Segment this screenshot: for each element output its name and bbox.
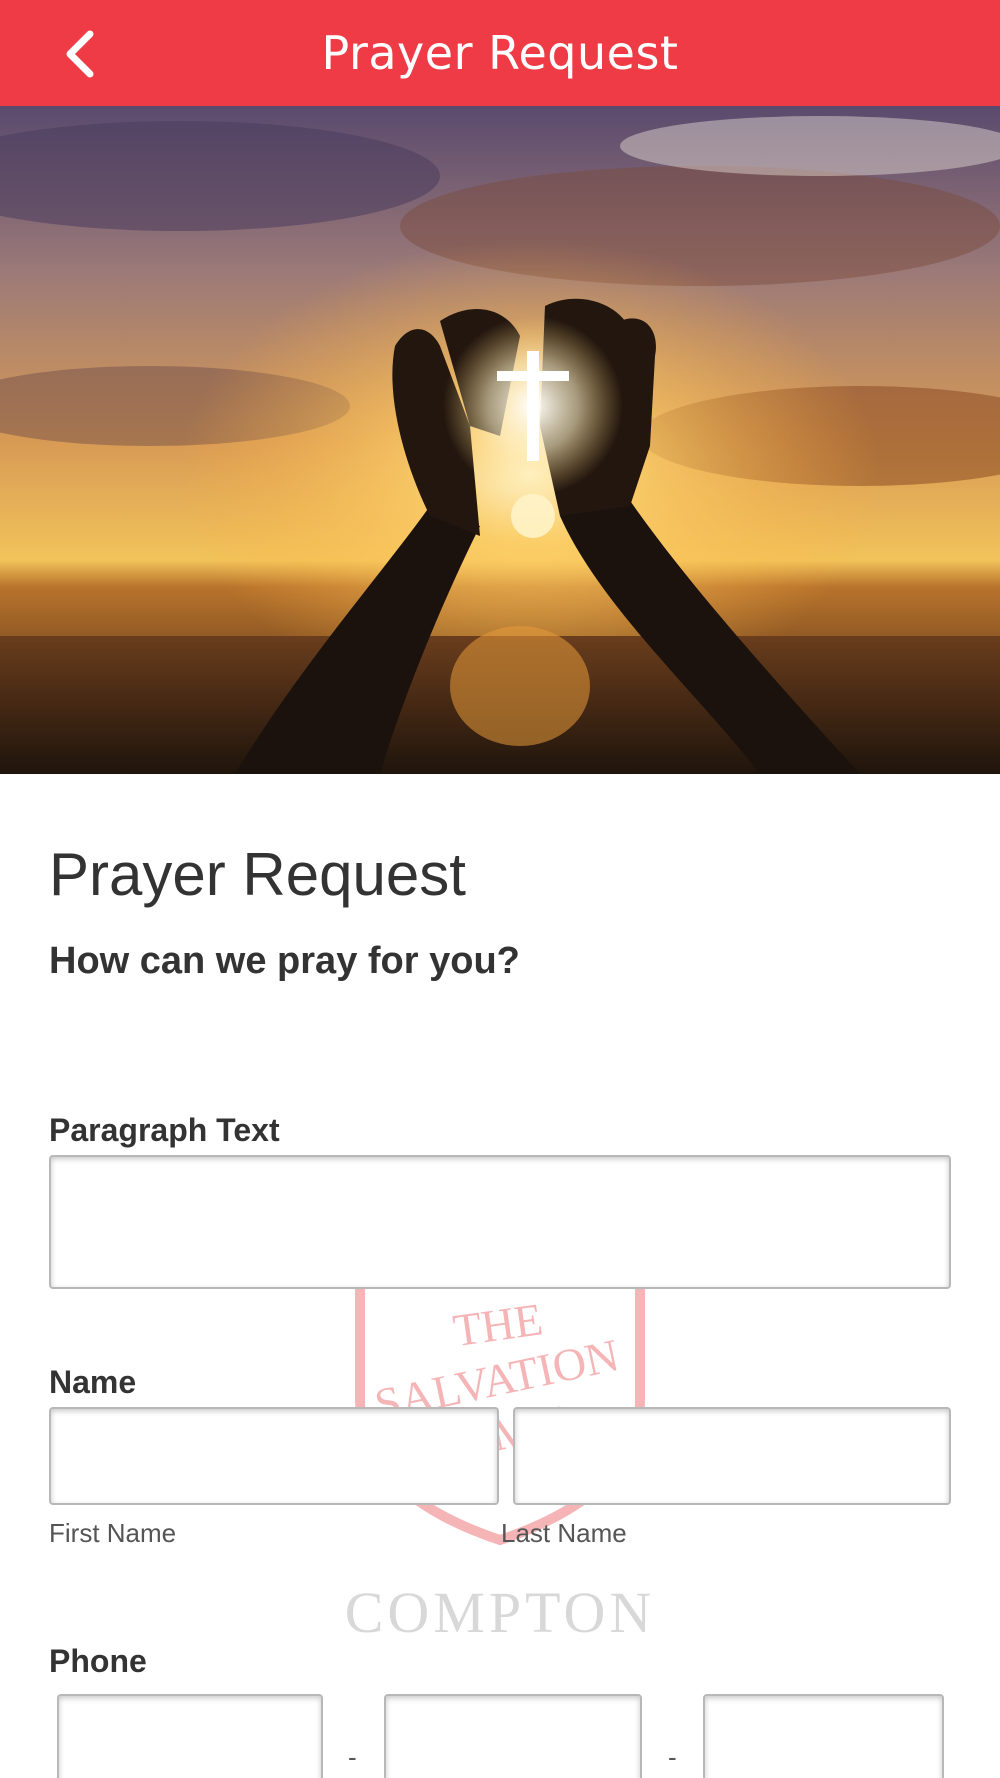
phone-label: Phone bbox=[49, 1643, 147, 1679]
form-subtitle: How can we pray for you? bbox=[49, 940, 520, 982]
header-title: Prayer Request bbox=[321, 26, 679, 80]
svg-text:COMPTON: COMPTON bbox=[345, 1580, 656, 1640]
svg-text:THE: THE bbox=[450, 1293, 546, 1356]
first-name-sublabel: First Name bbox=[49, 1518, 177, 1548]
phone-line-field[interactable] bbox=[703, 1694, 944, 1778]
paragraph-text-label: Paragraph Text bbox=[49, 1112, 280, 1148]
back-button[interactable] bbox=[50, 24, 110, 84]
phone-separator-2: - bbox=[668, 1742, 677, 1772]
phone-area-code-field[interactable] bbox=[57, 1694, 323, 1778]
paragraph-text-field[interactable] bbox=[49, 1155, 951, 1289]
last-name-field[interactable] bbox=[513, 1407, 951, 1505]
hero-image bbox=[0, 106, 1000, 774]
phone-prefix-field[interactable] bbox=[384, 1694, 642, 1778]
name-label: Name bbox=[49, 1364, 137, 1400]
last-name-sublabel: Last Name bbox=[501, 1518, 627, 1548]
first-name-field[interactable] bbox=[49, 1407, 499, 1505]
chevron-left-icon bbox=[66, 30, 94, 78]
form-title: Prayer Request bbox=[49, 841, 466, 908]
phone-separator-1: - bbox=[348, 1742, 357, 1772]
app-header: Prayer Request bbox=[0, 0, 1000, 106]
